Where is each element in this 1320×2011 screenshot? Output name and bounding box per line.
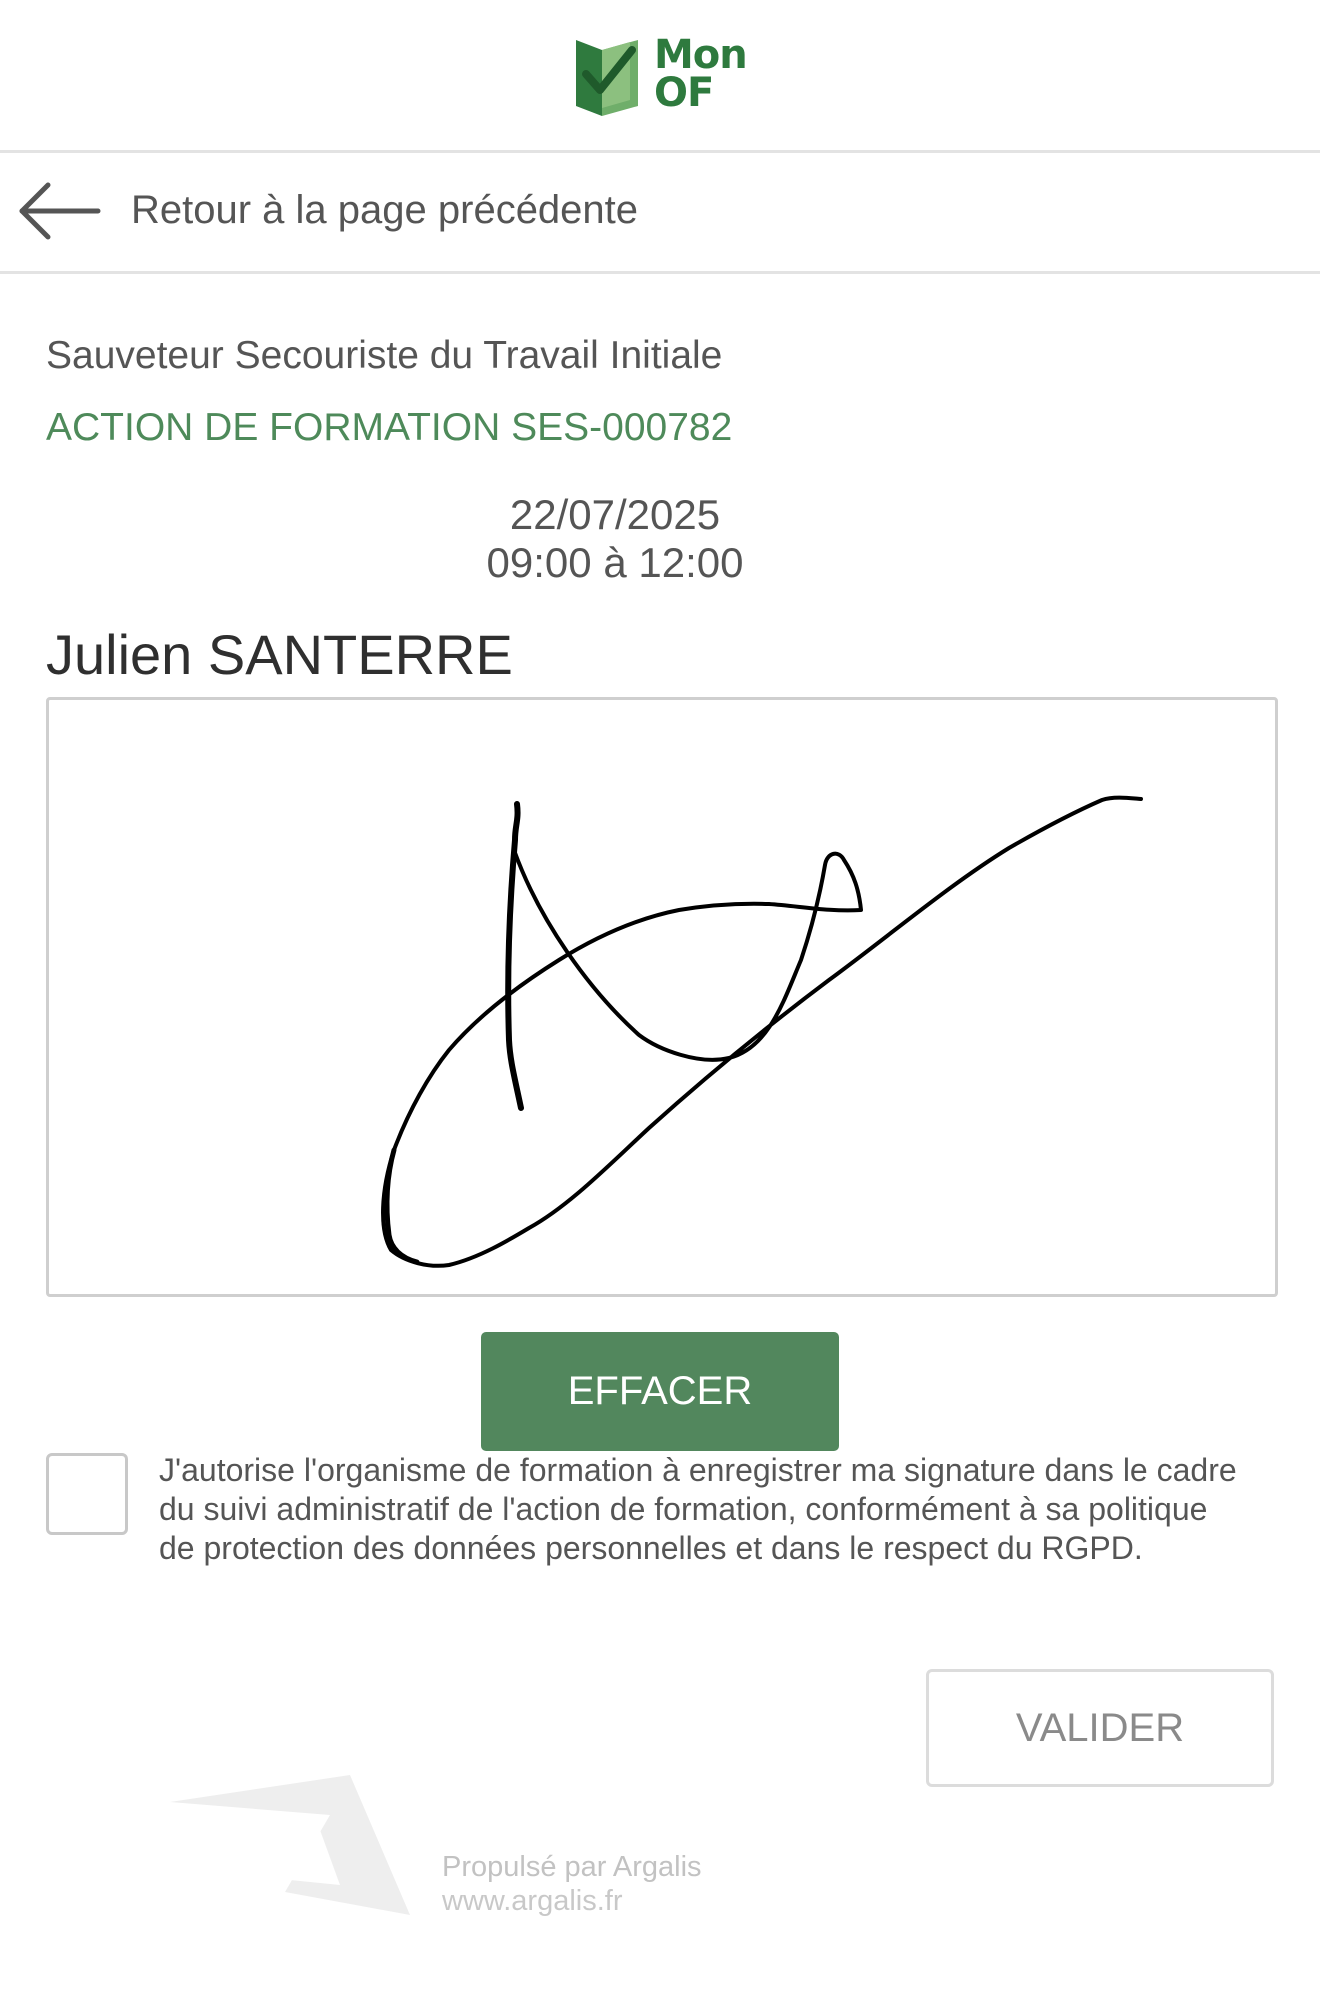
clear-signature-button[interactable]: EFFACER bbox=[481, 1332, 839, 1451]
app-logo[interactable]: Mon OF bbox=[572, 32, 752, 120]
powered-by-url[interactable]: www.argalis.fr bbox=[442, 1884, 623, 1918]
action-reference: ACTION DE FORMATION SES-000782 bbox=[46, 406, 733, 449]
signature-stroke bbox=[381, 795, 1143, 1268]
signer-name: Julien SANTERRE bbox=[46, 623, 513, 686]
consent-checkbox[interactable] bbox=[46, 1453, 128, 1535]
back-bar[interactable]: Retour à la page précédente bbox=[0, 153, 1320, 274]
argalis-logo-icon bbox=[170, 1775, 410, 1915]
logo-text-line2: OF bbox=[654, 70, 714, 116]
consent-text[interactable]: J'autorise l'organisme de formation à en… bbox=[159, 1451, 1249, 1568]
logo-text: Mon OF bbox=[654, 32, 748, 116]
arrow-left-icon[interactable] bbox=[18, 181, 102, 241]
logo-text-line1: Mon bbox=[654, 32, 748, 78]
signature-pad[interactable] bbox=[46, 697, 1278, 1297]
session-time: 09:00 à 12:00 bbox=[486, 539, 744, 586]
book-check-icon bbox=[576, 40, 638, 116]
course-title: Sauveteur Secouriste du Travail Initiale bbox=[46, 334, 723, 377]
back-link[interactable]: Retour à la page précédente bbox=[131, 183, 638, 237]
session-date: 22/07/2025 bbox=[509, 491, 721, 538]
powered-by-text: Propulsé par Argalis bbox=[442, 1851, 702, 1883]
app-header: Mon OF bbox=[0, 0, 1320, 153]
validate-button[interactable]: VALIDER bbox=[926, 1669, 1274, 1787]
